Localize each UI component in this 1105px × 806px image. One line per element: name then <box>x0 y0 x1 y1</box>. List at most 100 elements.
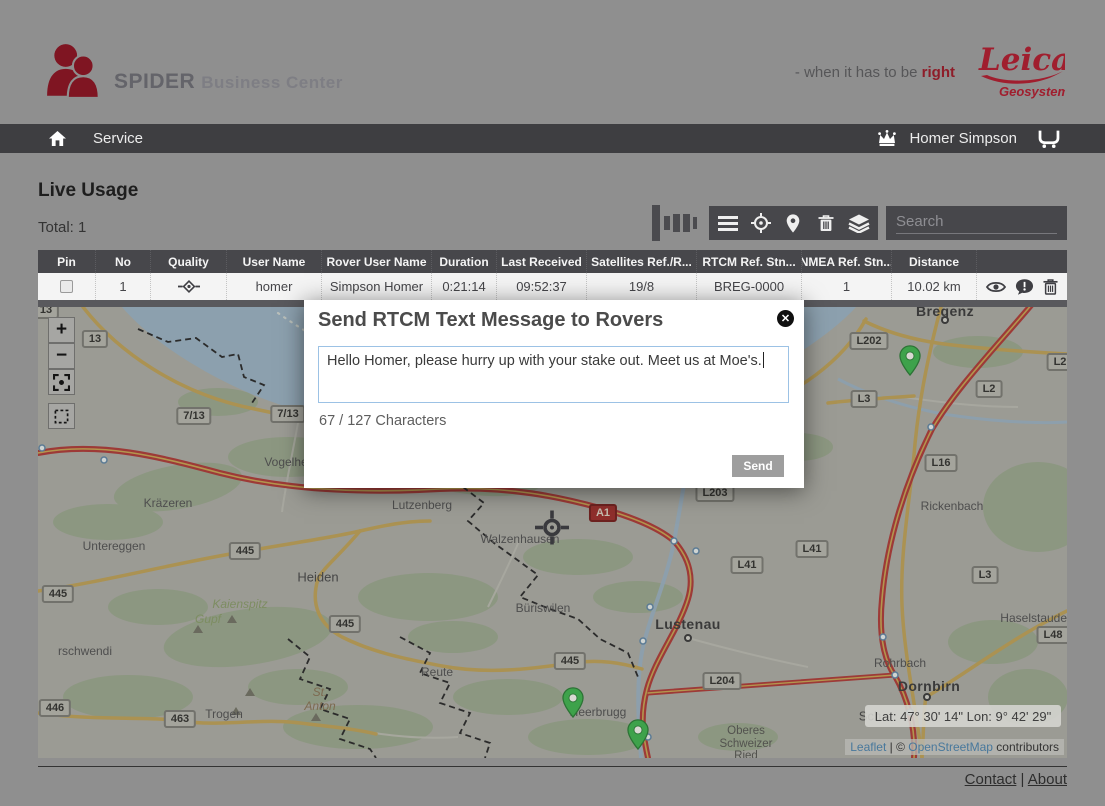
road-badge: 445 <box>42 585 74 603</box>
leica-logo: Leica Geosystems <box>977 38 1065 104</box>
column-header[interactable]: Distance <box>891 250 976 273</box>
text-caret <box>763 352 764 368</box>
column-header[interactable]: Pin <box>38 250 95 273</box>
cell-nmea-ref: 1 <box>801 273 891 300</box>
marker-icon <box>786 214 800 233</box>
zoom-out-button[interactable]: − <box>48 343 75 369</box>
town-marker <box>923 693 931 701</box>
center-map-button[interactable] <box>747 209 775 237</box>
message-textarea[interactable]: Hello Homer, please hurry up with your s… <box>318 346 789 403</box>
leaflet-link[interactable]: Leaflet <box>850 740 886 754</box>
map-label: Schweizer <box>719 738 772 750</box>
road-badge: L3 <box>851 390 878 408</box>
osm-link[interactable]: OpenStreetMap <box>908 740 993 754</box>
map-label: Kräzeren <box>144 496 193 510</box>
quality-fix-icon <box>178 279 200 294</box>
rover-pin-marker[interactable] <box>562 687 584 723</box>
table-row[interactable]: 1 homer Simpson Homer 0:21:14 09:52:37 1… <box>38 273 1067 300</box>
column-header[interactable] <box>976 250 1067 273</box>
map-label: rschwendi <box>58 644 112 658</box>
road-badge: 445 <box>229 542 261 560</box>
footer-links: Contact | About <box>965 771 1067 788</box>
pin-checkbox[interactable] <box>60 280 73 293</box>
cell-quality <box>150 273 226 300</box>
road-badge: L2 <box>1047 353 1067 371</box>
logged-in-user[interactable]: Homer Simpson <box>909 130 1017 147</box>
cell-no: 1 <box>95 273 150 300</box>
column-header[interactable]: Quality <box>150 250 226 273</box>
map-label: Trogen <box>205 707 243 721</box>
main-navbar: Service Homer Simpson <box>0 124 1105 153</box>
map-label: St. <box>313 685 328 699</box>
road-badge: 7/13 <box>176 407 211 425</box>
layers-button[interactable] <box>845 209 873 237</box>
fullscreen-button[interactable] <box>48 369 75 395</box>
map-label: Haselstauden <box>1000 611 1067 625</box>
map-label: Reute <box>421 665 453 679</box>
road-badge: 445 <box>329 615 361 633</box>
svg-text:Geosystems: Geosystems <box>999 84 1065 99</box>
column-header[interactable]: User Name <box>226 250 321 273</box>
send-rtcm-message-dialog: Send RTCM Text Message to Rovers ✕ Hello… <box>304 300 804 488</box>
close-icon[interactable]: ✕ <box>777 310 794 327</box>
list-view-button[interactable] <box>714 209 742 237</box>
cell-user-name: homer <box>226 273 321 300</box>
table-header-row: PinNoQualityUser NameRover User NameDura… <box>38 250 1067 273</box>
brand-tagline: - when it has to be right <box>795 64 955 81</box>
rover-pin-marker[interactable] <box>627 719 649 755</box>
nav-item-service[interactable]: Service <box>93 130 143 147</box>
reference-station-marker[interactable] <box>534 510 570 551</box>
menu-icon <box>718 216 738 231</box>
column-header[interactable]: Last Received <box>496 250 586 273</box>
map-attribution: Leaflet | © OpenStreetMap contributors <box>845 739 1064 755</box>
box-zoom-button[interactable] <box>48 403 75 429</box>
page-title: Live Usage <box>38 180 138 202</box>
column-header[interactable]: Rover User Name <box>321 250 431 273</box>
send-button[interactable]: Send <box>732 455 784 477</box>
cell-last-received: 09:52:37 <box>496 273 586 300</box>
column-header[interactable]: NMEA Ref. Stn... <box>801 250 891 273</box>
map-label: Ried <box>734 750 758 758</box>
home-button[interactable] <box>48 130 67 147</box>
svg-text:Leica: Leica <box>978 42 1065 78</box>
cart-icon[interactable] <box>1037 129 1061 148</box>
home-icon <box>48 130 67 147</box>
contact-link[interactable]: Contact <box>965 771 1017 788</box>
mouse-position-display: Lat: 47° 30' 14" Lon: 9° 42' 29" <box>865 705 1061 727</box>
rover-pin-marker[interactable] <box>899 345 921 381</box>
usage-chart-icon[interactable] <box>651 204 697 242</box>
map-label: Lustenau <box>655 616 720 632</box>
map-label: Lutzenberg <box>392 498 452 512</box>
column-header[interactable]: Duration <box>431 250 496 273</box>
map-label: Untereggen <box>83 539 146 553</box>
cell-rtcm-ref: BREG-0000 <box>696 273 801 300</box>
app-title-sub: Business Center <box>201 73 343 92</box>
cell-distance: 10.02 km <box>891 273 976 300</box>
road-badge: L3 <box>972 566 999 584</box>
about-link[interactable]: About <box>1028 771 1067 788</box>
column-header[interactable]: RTCM Ref. Stn... <box>696 250 801 273</box>
map-label: Oberes <box>727 725 765 737</box>
send-message-icon[interactable] <box>1015 278 1034 296</box>
search-input[interactable] <box>896 210 1057 234</box>
column-header[interactable]: No <box>95 250 150 273</box>
column-header[interactable]: Satellites Ref./R... <box>586 250 696 273</box>
target-icon <box>751 213 771 233</box>
view-details-eye-icon[interactable] <box>986 280 1006 294</box>
road-badge: L16 <box>925 454 958 472</box>
cell-rover-user-name: Simpson Homer <box>321 273 431 300</box>
road-badge: 463 <box>164 710 196 728</box>
delete-icon[interactable] <box>1043 278 1058 295</box>
road-badge: 446 <box>39 699 71 717</box>
show-markers-button[interactable] <box>779 209 807 237</box>
zoom-in-button[interactable]: + <box>48 317 75 343</box>
road-badge: L48 <box>1037 626 1067 644</box>
clear-map-button[interactable] <box>812 209 840 237</box>
page-header: SPIDERBusiness Center - when it has to b… <box>0 0 1105 124</box>
crown-icon <box>877 130 897 147</box>
map-label: Dornbirn <box>898 678 960 694</box>
road-badge: L204 <box>702 672 741 690</box>
cell-duration: 0:21:14 <box>431 273 496 300</box>
map-label: Büriswilen <box>516 601 571 615</box>
map-label: Gupf <box>195 612 221 626</box>
